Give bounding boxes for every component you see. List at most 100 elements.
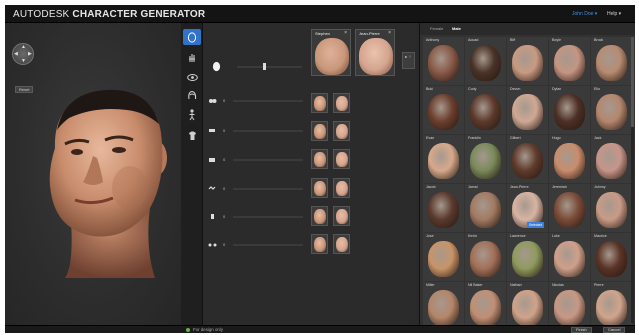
library-item[interactable]: Miller xyxy=(423,282,464,330)
target-thumbnail[interactable] xyxy=(333,206,350,226)
library-item[interactable]: Elio xyxy=(591,86,632,134)
mix-value: 0 xyxy=(223,214,226,219)
forehead-icon xyxy=(209,129,215,132)
target-thumbnail[interactable] xyxy=(333,121,350,141)
selected-badge: Selected xyxy=(527,222,545,228)
close-icon[interactable]: × xyxy=(388,30,391,36)
global-blend-slider[interactable] xyxy=(237,66,302,68)
head-tool-button[interactable] xyxy=(183,29,201,45)
library-item[interactable]: Nathan xyxy=(507,282,548,330)
library-item[interactable]: Brock xyxy=(591,37,632,85)
library-scrollbar-thumb[interactable] xyxy=(631,37,634,127)
library-item-face xyxy=(470,241,501,277)
hair-tool-button[interactable] xyxy=(183,87,201,103)
mix-slider[interactable] xyxy=(233,159,303,161)
nav-right-icon[interactable]: ▶ xyxy=(28,52,32,57)
reset-view-button[interactable]: Reset xyxy=(15,86,34,93)
feature-mix-row: 0 xyxy=(203,150,415,170)
library-item[interactable]: Nicolas xyxy=(549,282,590,330)
library-item-face xyxy=(428,94,459,130)
library-item[interactable]: Hugo xyxy=(549,135,590,183)
nav-up-icon[interactable]: ▲ xyxy=(21,45,26,50)
library-scrollbar[interactable] xyxy=(631,37,634,323)
global-blend-slider-handle[interactable] xyxy=(263,63,266,70)
library-item[interactable]: Franklin xyxy=(465,135,506,183)
mix-slider[interactable] xyxy=(233,216,303,218)
target-thumbnail[interactable] xyxy=(311,234,328,254)
eye-tool-button[interactable] xyxy=(183,69,201,85)
nav-down-icon[interactable]: ▼ xyxy=(21,59,26,64)
library-item[interactable]: Pierre xyxy=(591,282,632,330)
character-viewport[interactable]: ▲ ▼ ◀ ▶ Reset xyxy=(5,23,181,325)
target-thumbnail[interactable] xyxy=(311,93,328,113)
target-thumbnail[interactable] xyxy=(311,149,328,169)
library-item-face xyxy=(512,143,543,179)
library-item[interactable]: Nil Baker xyxy=(465,282,506,330)
library-item[interactable]: Anthony xyxy=(423,37,464,85)
app-title-product: CHARACTER GENERATOR xyxy=(72,9,206,20)
library-item[interactable]: Jacob xyxy=(423,184,464,232)
library-item[interactable]: Buki xyxy=(423,86,464,134)
library-item-face xyxy=(470,143,501,179)
mix-value: 0 xyxy=(223,98,226,103)
mix-value: 0 xyxy=(223,186,226,191)
target-thumbnail-face xyxy=(314,181,326,196)
mix-slider[interactable] xyxy=(233,130,303,132)
library-item[interactable]: Cody xyxy=(465,86,506,134)
mix-slider[interactable] xyxy=(233,244,303,246)
library-item-name: Jacob xyxy=(426,185,436,189)
target-thumbnail[interactable] xyxy=(333,234,350,254)
target-thumbnail-face xyxy=(314,152,326,167)
blend-target-card[interactable]: Stephen × xyxy=(311,29,351,76)
library-item-face xyxy=(596,94,627,130)
help-menu[interactable]: Help ▾ xyxy=(607,11,621,17)
library-item-face xyxy=(554,192,585,228)
mix-value: 0 xyxy=(223,128,226,133)
body-tool-button[interactable] xyxy=(183,107,201,123)
target-thumbnail[interactable] xyxy=(333,178,350,198)
target-thumbnail[interactable] xyxy=(333,93,350,113)
close-icon[interactable]: × xyxy=(344,30,347,36)
mix-slider[interactable] xyxy=(233,100,303,102)
target-thumbnail[interactable] xyxy=(311,178,328,198)
library-item[interactable]: Devon xyxy=(507,86,548,134)
library-item[interactable]: Luke xyxy=(549,233,590,281)
library-item-name: Jamal xyxy=(468,185,478,189)
target-thumbnail-face xyxy=(336,124,348,139)
library-item[interactable]: Jose xyxy=(423,233,464,281)
clothing-tool-button[interactable] xyxy=(183,127,201,143)
hand-tool-button[interactable] xyxy=(183,49,201,65)
user-menu[interactable]: John Doe ▾ xyxy=(572,11,597,17)
library-item[interactable]: Kevin xyxy=(465,233,506,281)
blend-target-card[interactable]: Jean-Pierre × xyxy=(355,29,395,76)
cancel-button[interactable]: Cancel xyxy=(603,327,626,333)
blend-options-button[interactable]: ▸ ⁘ xyxy=(402,52,415,69)
status-text: For design only xyxy=(193,327,224,332)
library-item-face xyxy=(428,192,459,228)
library-item[interactable]: Jamal xyxy=(465,184,506,232)
library-item[interactable]: Evan xyxy=(423,135,464,183)
mix-slider[interactable] xyxy=(233,188,303,190)
library-item[interactable]: Jean-Pierre Selected xyxy=(507,184,548,232)
library-item[interactable]: Lawrence xyxy=(507,233,548,281)
finish-button[interactable]: Finish xyxy=(571,327,592,333)
tab-male[interactable]: Male xyxy=(452,26,461,31)
library-item[interactable]: Dylan xyxy=(549,86,590,134)
head-icon xyxy=(187,31,197,43)
library-item[interactable]: Jack xyxy=(591,135,632,183)
character-head-model xyxy=(49,89,167,278)
library-item[interactable]: Johnny xyxy=(591,184,632,232)
library-item[interactable]: Biff xyxy=(507,37,548,85)
target-thumbnail[interactable] xyxy=(311,121,328,141)
target-thumbnail[interactable] xyxy=(311,206,328,226)
library-item[interactable]: Aouad xyxy=(465,37,506,85)
tab-female[interactable]: Female xyxy=(430,26,443,31)
library-item[interactable]: Maurice xyxy=(591,233,632,281)
library-item[interactable]: Jeremiah xyxy=(549,184,590,232)
nav-left-icon[interactable]: ◀ xyxy=(14,52,18,57)
library-item[interactable]: Gilbert xyxy=(507,135,548,183)
navigation-wheel[interactable]: ▲ ▼ ◀ ▶ xyxy=(12,43,34,65)
library-item[interactable]: Boyle xyxy=(549,37,590,85)
library-item-face xyxy=(554,45,585,81)
target-thumbnail[interactable] xyxy=(333,149,350,169)
